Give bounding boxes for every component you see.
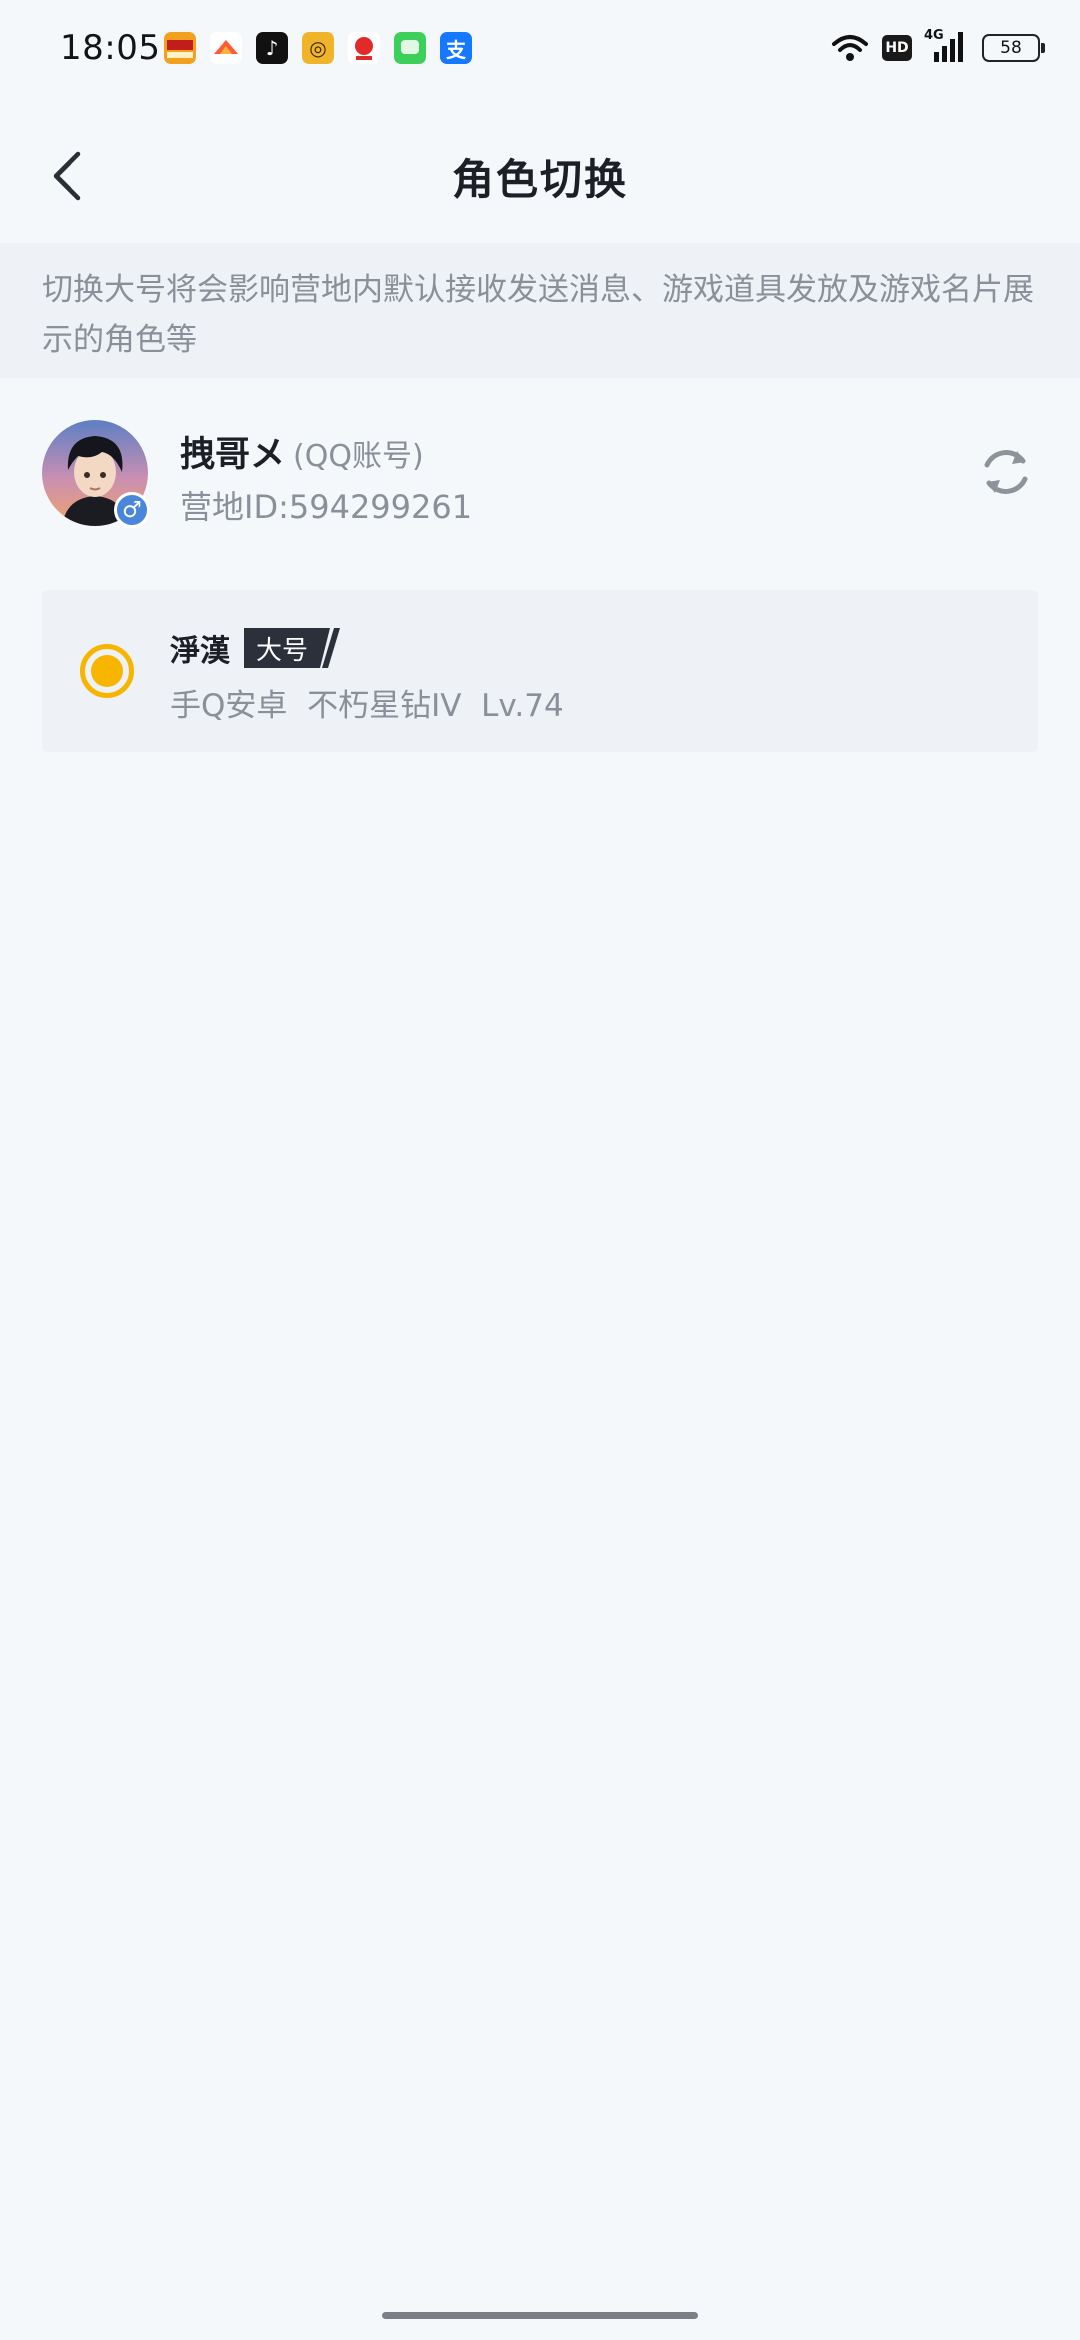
refresh-icon <box>984 450 1028 494</box>
account-row: ♂ 拽哥メ (QQ账号) 营地ID:594299261 <box>0 400 1080 550</box>
switch-account-button[interactable] <box>974 440 1038 504</box>
wifi-icon <box>832 35 868 61</box>
main-account-tag: 大号 <box>244 628 346 668</box>
account-name: 拽哥メ <box>180 435 286 475</box>
role-selected-radio[interactable] <box>80 644 134 698</box>
main-account-tag-label: 大号 <box>244 628 321 668</box>
account-name-line: 拽哥メ (QQ账号) <box>180 426 424 477</box>
shopping-app-icon <box>348 32 380 64</box>
hd-badge: HD <box>882 35 912 61</box>
status-bar: 18:05 ♪ ◎ 支 HD 4G 58 <box>0 0 1080 96</box>
header: 角色切换 <box>0 120 1080 230</box>
game-app-icon <box>164 32 196 64</box>
tiktok-app-icon: ♪ <box>256 32 288 64</box>
role-name-line: 淨漢 大号 <box>170 626 346 670</box>
battery-level: 58 <box>1000 38 1022 58</box>
male-gender-icon: ♂ <box>114 492 150 528</box>
battery-icon: 58 <box>982 34 1045 62</box>
fan-app-icon <box>210 32 242 64</box>
alipay-app-icon: 支 <box>440 32 472 64</box>
tiktok-glyph: ♪ <box>265 36 279 60</box>
account-type: (QQ账号) <box>293 439 424 474</box>
music-glyph: ◎ <box>309 36 327 60</box>
radio-dot-icon <box>91 655 123 687</box>
camp-id: 营地ID:594299261 <box>180 488 473 526</box>
role-card[interactable]: 淨漢 大号 手Q安卓 不朽星钻IV Lv.74 <box>42 590 1038 752</box>
role-name: 淨漢 <box>170 634 230 669</box>
status-time: 18:05 <box>60 28 161 68</box>
notification-app-icons: ♪ ◎ 支 <box>164 32 472 64</box>
page-title: 角色切换 <box>451 155 628 204</box>
music-app-icon: ◎ <box>302 32 334 64</box>
home-indicator[interactable] <box>382 2312 698 2319</box>
role-description: 手Q安卓 不朽星钻IV Lv.74 <box>170 688 564 724</box>
alipay-glyph: 支 <box>446 37 466 62</box>
messages-app-icon <box>394 32 426 64</box>
tag-stripe-icon <box>320 628 341 668</box>
status-indicators: HD 4G 58 <box>830 28 1045 66</box>
cellular-signal-icon: 4G <box>924 28 970 66</box>
switch-notice: 切换大号将会影响营地内默认接收发送消息、游戏道具发放及游戏名片展示的角色等 <box>0 243 1080 378</box>
